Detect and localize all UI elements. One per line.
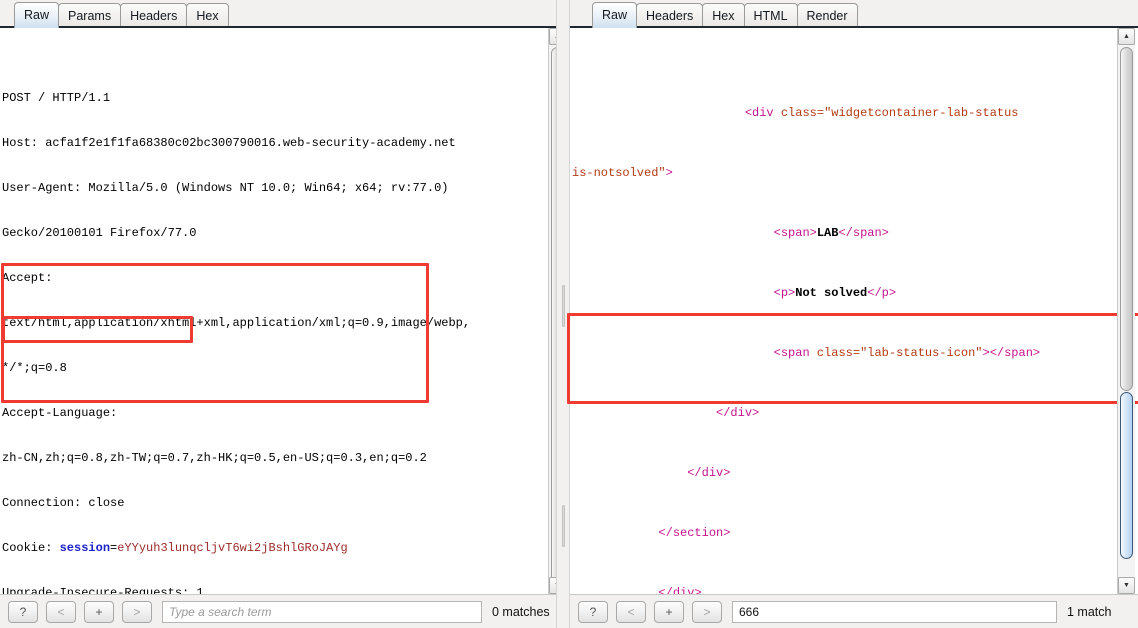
code-line: Host: acfa1f2e1f1fa68380c02bc300790016.w… [2, 136, 456, 150]
splitter-grip[interactable] [562, 285, 565, 327]
code-line: Gecko/20100101 Firefox/77.0 [2, 226, 197, 240]
scroll-thumb-active[interactable] [1120, 392, 1133, 559]
tab-raw-response[interactable]: Raw [592, 2, 638, 28]
request-code: POST / HTTP/1.1 Host: acfa1f2e1f1fa68380… [2, 61, 570, 598]
cookie-value: eYYyuh3lunqcljvT6wi2jBshlGRoJAYg [117, 541, 348, 555]
code-line: </div> [572, 466, 1138, 481]
response-editor[interactable]: <div class="widgetcontainer-lab-status i… [570, 28, 1138, 598]
code-line: <span>LAB</span> [572, 226, 1138, 241]
text: Not solved [795, 286, 868, 300]
scroll-down-arrow[interactable]: ▼ [1118, 577, 1135, 594]
tab-label: Headers [646, 8, 694, 23]
code-line: zh-CN,zh;q=0.8,zh-TW;q=0.7,zh-HK;q=0.5,e… [2, 451, 427, 465]
code-line: </div> [572, 406, 1138, 421]
tag: <p> [773, 286, 796, 300]
find-search-input[interactable]: Type a search term [162, 600, 482, 623]
tab-raw-request[interactable]: Raw [14, 2, 60, 28]
tab-label: HTML [753, 8, 788, 23]
code-line: Connection: close [2, 496, 125, 510]
tag: </p> [867, 286, 897, 300]
tag: <span [773, 346, 810, 360]
cookie-label: Cookie: [2, 541, 60, 555]
find-add-button[interactable]: + [84, 600, 114, 623]
burp-suite-comparison-view: Raw Params Headers Hex POST / HTTP/1.1 H… [0, 0, 1138, 628]
code-line-cookie: Cookie: session=eYYyuh3lunqcljvT6wi2jBsh… [2, 541, 570, 556]
tab-label: Render [806, 8, 848, 23]
value: "widgetcontainer-lab-status [824, 106, 1019, 120]
value: "lab-status-icon" [860, 346, 983, 360]
tab-headers-response[interactable]: Headers [636, 3, 704, 28]
find-value: 666 [739, 604, 760, 619]
request-editor[interactable]: POST / HTTP/1.1 Host: acfa1f2e1f1fa68380… [0, 28, 570, 598]
attr: class= [773, 106, 825, 120]
tab-label: Raw [602, 8, 628, 23]
tab-label: Hex [712, 8, 735, 23]
code-line: */*;q=0.8 [2, 361, 67, 375]
tag: > [982, 346, 990, 360]
tag: </div> [716, 406, 760, 420]
code-line: </section> [572, 526, 1138, 541]
request-tabstrip: Raw Params Headers Hex [0, 0, 569, 28]
tag: > [665, 166, 673, 180]
panel-splitter[interactable] [556, 0, 570, 628]
code-line: is-notsolved"> [572, 166, 1138, 181]
code-line: Accept-Language: [2, 406, 118, 420]
response-tabstrip: Raw Headers Hex HTML Render [570, 0, 1138, 28]
response-vertical-scrollbar[interactable]: ▲ ▼ [1117, 28, 1135, 594]
code-line: Accept: [2, 271, 53, 285]
tag: </span> [838, 226, 889, 240]
value: is-notsolved" [572, 166, 666, 180]
code-line: User-Agent: Mozilla/5.0 (Windows NT 10.0… [2, 181, 449, 195]
response-code: <div class="widgetcontainer-lab-status i… [572, 61, 1138, 598]
find-help-button[interactable]: ? [578, 600, 608, 623]
tag: </div> [687, 466, 731, 480]
tab-hex-request[interactable]: Hex [186, 3, 229, 28]
find-prev-button[interactable]: < [46, 600, 76, 623]
find-next-button[interactable]: > [692, 600, 722, 623]
code-line: <p>Not solved</p> [572, 286, 1138, 301]
find-add-button[interactable]: + [654, 600, 684, 623]
find-prev-button[interactable]: < [616, 600, 646, 623]
tab-label: Headers [130, 8, 178, 23]
find-match-count: 1 match [1067, 604, 1112, 619]
find-help-button[interactable]: ? [8, 600, 38, 623]
scroll-thumb[interactable] [1120, 47, 1133, 391]
tab-hex-response[interactable]: Hex [702, 3, 745, 28]
tag: </span> [989, 346, 1041, 360]
code-line: POST / HTTP/1.1 [2, 91, 111, 105]
tab-html-response[interactable]: HTML [743, 3, 798, 28]
tag: <div [744, 106, 774, 120]
tab-label: Raw [24, 8, 50, 23]
tab-label: Hex [196, 8, 219, 23]
response-panel: Raw Headers Hex HTML Render <div class="… [567, 0, 1138, 628]
find-next-button[interactable]: > [122, 600, 152, 623]
find-search-input[interactable]: 666 [732, 600, 1057, 623]
tag: </section> [658, 526, 731, 540]
tab-render-response[interactable]: Render [796, 3, 858, 28]
cookie-name: session [59, 541, 111, 555]
find-match-count: 0 matches [492, 604, 550, 619]
splitter-grip[interactable] [562, 505, 565, 547]
scroll-up-arrow[interactable]: ▲ [1118, 28, 1135, 45]
tab-label: Params [68, 8, 112, 23]
request-panel: Raw Params Headers Hex POST / HTTP/1.1 H… [0, 0, 570, 628]
text: LAB [816, 226, 839, 240]
code-line: <span class="lab-status-icon"></span> [572, 346, 1138, 361]
tag: <span> [773, 226, 817, 240]
attr: class= [809, 346, 861, 360]
code-line: text/html,application/xhtml+xml,applicat… [2, 316, 471, 330]
tab-params-request[interactable]: Params [58, 3, 122, 28]
response-findbar: ? < + > 666 1 match [570, 594, 1138, 628]
code-line: <div class="widgetcontainer-lab-status [572, 106, 1138, 121]
find-placeholder: Type a search term [169, 604, 272, 619]
tab-headers-request[interactable]: Headers [120, 3, 188, 28]
request-findbar: ? < + > Type a search term 0 matches [0, 594, 570, 628]
